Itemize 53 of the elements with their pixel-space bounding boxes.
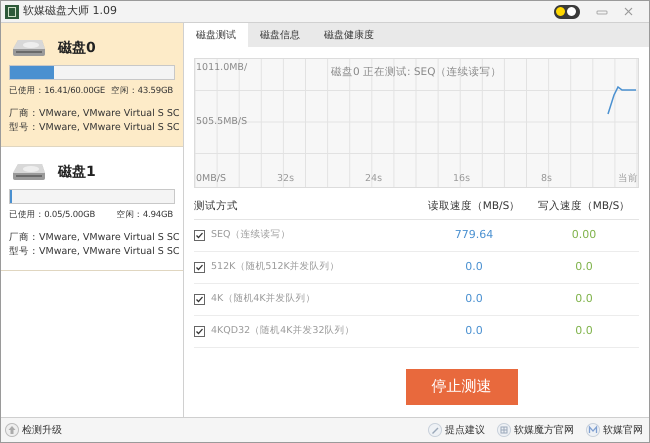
checkbox[interactable] — [194, 294, 205, 305]
y-axis-label: 1011.0MB/ — [196, 61, 248, 75]
free-space: 空闲：4.94GB — [116, 209, 173, 222]
tab[interactable]: 磁盘测试 — [184, 23, 248, 47]
hard-drive-icon — [12, 39, 46, 57]
grid-icon — [497, 423, 511, 437]
x-axis-label: 16s — [453, 172, 470, 186]
column-header: 写入速度（MB/S） — [536, 198, 632, 214]
theme-toggle[interactable] — [554, 4, 580, 18]
read-speed: 779.64 — [454, 227, 494, 244]
tab[interactable]: 磁盘信息 — [248, 23, 312, 47]
checkbox[interactable] — [194, 230, 205, 241]
chart-title: 磁盘0 正在测试: SEQ（连续读写） — [331, 65, 502, 80]
free-space: 空闲：43.59GB — [111, 85, 173, 98]
disk-card[interactable]: 磁盘0 已使用：16.41/60.00GE 空闲：43.59GB 厂商：VMware, VMware Virtual S SC 型号：VMware, VMware Virtual S SC — [1, 23, 183, 147]
test-mode: SEQ（连续读写） — [211, 228, 291, 242]
footer-link[interactable]: 提点建议 — [445, 422, 485, 438]
column-header: 读取速度（MB/S） — [426, 198, 522, 214]
read-speed: 0.0 — [464, 259, 484, 276]
app-logo-icon — [5, 4, 19, 18]
m-logo-icon — [586, 423, 600, 437]
x-axis-label: 24s — [365, 172, 382, 186]
test-mode: 4KQD32（随机4K并发32队列） — [211, 324, 355, 338]
check-update-link[interactable]: 检测升级 — [22, 422, 62, 438]
hard-drive-icon — [12, 163, 46, 181]
write-speed: 0.0 — [574, 291, 594, 308]
close-icon[interactable] — [624, 7, 633, 16]
used-space: 已使用：0.05/5.00GB — [9, 209, 96, 222]
read-speed: 0.0 — [464, 323, 484, 340]
checkbox[interactable] — [194, 326, 205, 337]
tab[interactable]: 磁盘健康度 — [312, 23, 386, 47]
speed-line — [607, 83, 637, 115]
y-axis-label: 0MB/S — [196, 172, 226, 186]
upgrade-icon — [5, 423, 19, 437]
test-mode: 512K（随机512K并发队列） — [211, 260, 340, 274]
test-mode: 4K（随机4K并发队列） — [211, 292, 316, 306]
read-speed: 0.0 — [464, 291, 484, 308]
write-speed: 0.00 — [570, 227, 598, 244]
pencil-icon — [428, 423, 442, 437]
footer-link[interactable]: 软媒魔方官网 — [514, 422, 574, 438]
disk-name: 磁盘0 — [58, 38, 96, 58]
column-header: 测试方式 — [194, 198, 239, 214]
window-title: 软媒磁盘大师 1.09 — [23, 3, 117, 20]
x-axis-label: 32s — [277, 172, 294, 186]
checkbox[interactable] — [194, 262, 205, 273]
write-speed: 0.0 — [574, 259, 594, 276]
disk-name: 磁盘1 — [58, 162, 96, 182]
x-axis-label: 8s — [541, 172, 552, 186]
x-axis-label: 当前 — [618, 172, 638, 186]
write-speed: 0.0 — [574, 323, 594, 340]
used-space: 已使用：16.41/60.00GE — [9, 85, 106, 98]
y-axis-label: 505.5MB/S — [196, 115, 248, 129]
footer-link[interactable]: 软媒官网 — [603, 422, 643, 438]
